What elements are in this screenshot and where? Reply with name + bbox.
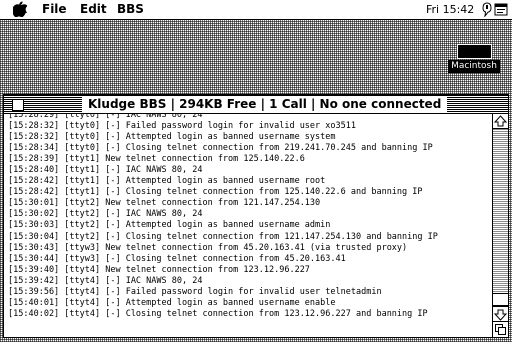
menu-file[interactable]: File	[42, 2, 67, 16]
application-menu-icon[interactable]	[494, 2, 508, 17]
scroll-thumb[interactable]	[493, 293, 508, 306]
hard-disk-icon[interactable]	[457, 44, 492, 59]
scroll-track[interactable]	[493, 129, 508, 306]
help-balloon-icon[interactable]	[482, 2, 492, 17]
window-title-bar[interactable]: Kludge BBS | 294KB Free | 1 Call | No on…	[4, 95, 508, 114]
menu-edit[interactable]: Edit	[80, 2, 107, 16]
scroll-down-arrow-icon[interactable]	[493, 306, 508, 321]
log-line: [15:30:44] [ttyw3] [-] Closing telnet co…	[8, 253, 346, 264]
close-box-icon[interactable]	[12, 99, 24, 111]
log-line: [15:30:01] [ttyt2] New telnet connection…	[8, 198, 321, 209]
log-line: [15:30:04] [ttyt2] [-] Closing telnet co…	[8, 231, 438, 242]
vertical-scrollbar[interactable]	[492, 114, 508, 337]
scroll-up-arrow-icon[interactable]	[493, 114, 508, 129]
menu-bar: File Edit BBS Fri 15:42	[0, 0, 512, 20]
log-line: [15:30:02] [ttyt2] [-] IAC NAWS 80, 24	[8, 209, 203, 220]
menu-bbs[interactable]: BBS	[117, 2, 144, 16]
log-line: [15:39:42] [ttyt4] [-] IAC NAWS 80, 24	[8, 275, 203, 286]
window-title: Kludge BBS | 294KB Free | 1 Call | No on…	[82, 96, 448, 112]
log-line: [15:30:03] [ttyt2] [-] Attempted login a…	[8, 220, 331, 231]
log-line: [15:40:01] [ttyt4] [-] Attempted login a…	[8, 297, 336, 308]
log-view[interactable]: [15:28:29] [ttyt0] [-] IAC NAWS 80, 24 [1…	[4, 114, 492, 337]
log-line: [15:28:39] [ttyt1] New telnet connection…	[8, 154, 305, 165]
log-line: [15:28:29] [ttyt0] [-] IAC NAWS 80, 24	[8, 114, 203, 120]
log-line: [15:28:42] [ttyt1] [-] Attempted login a…	[8, 176, 326, 187]
log-line: [15:39:56] [ttyt4] [-] Failed password l…	[8, 286, 382, 297]
log-line: [15:28:42] [ttyt1] [-] Closing telnet co…	[8, 187, 423, 198]
disk-label[interactable]: Macintosh	[448, 60, 500, 73]
size-box-icon[interactable]	[493, 321, 508, 336]
log-line: [15:28:32] [ttyt0] [-] Failed password l…	[8, 121, 356, 132]
log-line: [15:40:02] [ttyt4] [-] Closing telnet co…	[8, 308, 428, 319]
log-line: [15:39:40] [ttyt4] New telnet connection…	[8, 264, 310, 275]
log-line: [15:28:40] [ttyt1] [-] IAC NAWS 80, 24	[8, 165, 203, 176]
menubar-clock[interactable]: Fri 15:42	[426, 3, 474, 16]
log-line: [15:30:43] [ttyw3] New telnet connection…	[8, 242, 408, 253]
apple-logo-icon[interactable]	[13, 1, 27, 17]
bbs-window: Kludge BBS | 294KB Free | 1 Call | No on…	[3, 94, 509, 338]
log-line: [15:28:34] [ttyt0] [-] Closing telnet co…	[8, 143, 433, 154]
log-line: [15:28:32] [ttyt0] [-] Attempted login a…	[8, 132, 336, 143]
